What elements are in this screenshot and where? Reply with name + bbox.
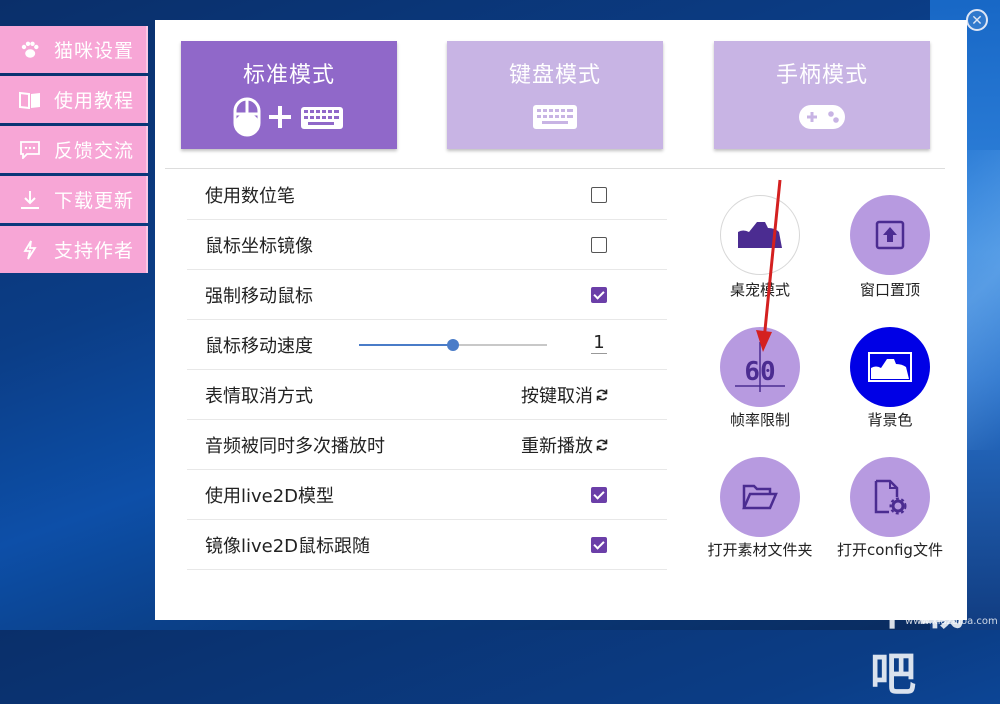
- side-item-support-author[interactable]: 支持作者: [0, 226, 148, 273]
- framerate-limit-label: 帧率限制: [729, 411, 790, 429]
- close-icon[interactable]: ✕: [966, 9, 988, 31]
- side-item-tutorial[interactable]: 使用教程: [0, 76, 148, 123]
- book-icon: [18, 89, 42, 111]
- side-item-cat-settings[interactable]: 猫咪设置: [0, 26, 148, 73]
- digital-pen-checkbox[interactable]: [591, 186, 607, 203]
- setting-row-mouse-mirror: 鼠标坐标镜像: [187, 220, 667, 270]
- audio-repeat-toggle[interactable]: 重新播放: [521, 432, 609, 458]
- chat-icon: [18, 139, 42, 161]
- slider-fill: [359, 344, 453, 346]
- setting-label: 表情取消方式: [205, 385, 313, 407]
- divider: [165, 168, 945, 169]
- main-panel: 标准模式 键盘模式 手柄模式 使用数位笔 鼠标坐标镜像 强制移动鼠标 鼠标移动速…: [155, 20, 967, 620]
- expression-cancel-toggle[interactable]: 按键取消: [521, 382, 609, 408]
- fps-value: 60: [744, 357, 775, 387]
- open-assets-folder-label: 打开素材文件夹: [707, 541, 813, 559]
- cat-silhouette-icon: [738, 222, 782, 248]
- lightning-icon: [18, 239, 42, 261]
- framerate-limit-button[interactable]: 60: [720, 327, 800, 407]
- settings-list: 使用数位笔 鼠标坐标镜像 强制移动鼠标 鼠标移动速度 1 表情取消方式 按键取消: [187, 170, 667, 570]
- cycle-icon: [596, 389, 608, 400]
- paw-icon: [18, 39, 42, 61]
- desktop-pet-mode-button[interactable]: [720, 195, 800, 275]
- side-item-feedback[interactable]: 反馈交流: [0, 126, 148, 173]
- cycle-icon: [596, 439, 608, 450]
- pin-top-icon: [875, 220, 905, 250]
- background-color-icon: [868, 352, 912, 382]
- setting-label: 使用数位笔: [205, 185, 295, 207]
- setting-label: 鼠标移动速度: [205, 335, 313, 357]
- watermark-logo: 下载吧: [870, 581, 966, 701]
- mirror-live2d-checkbox[interactable]: [591, 536, 607, 553]
- setting-label: 镜像live2D鼠标跟随: [205, 535, 371, 557]
- side-item-label: 反馈交流: [54, 140, 135, 162]
- desktop-pet-mode-label: 桌宠模式: [729, 281, 790, 299]
- side-menu: 猫咪设置 使用教程 反馈交流 下载更新 支持作者: [0, 26, 150, 276]
- fps-60-icon: 60: [735, 342, 785, 392]
- mode-standard-button[interactable]: 标准模式: [181, 41, 397, 149]
- mode-gamepad-button[interactable]: 手柄模式: [714, 41, 930, 149]
- mouse-plus-keyboard-icon: [181, 97, 397, 137]
- side-item-label: 支持作者: [54, 240, 135, 262]
- open-config-file-button[interactable]: [850, 457, 930, 537]
- force-move-mouse-checkbox[interactable]: [591, 286, 607, 303]
- window-top-label: 窗口置顶: [859, 281, 920, 299]
- audio-repeat-value: 重新播放: [521, 435, 593, 457]
- setting-row-use-live2d: 使用live2D模型: [187, 470, 667, 520]
- side-item-label: 使用教程: [54, 90, 135, 112]
- mode-label: 键盘模式: [508, 63, 601, 88]
- mouse-speed-slider[interactable]: [359, 339, 547, 351]
- setting-row-mouse-speed: 鼠标移动速度 1: [187, 320, 667, 370]
- setting-row-digital-pen: 使用数位笔: [187, 170, 667, 220]
- setting-row-force-move-mouse: 强制移动鼠标: [187, 270, 667, 320]
- mouse-speed-value[interactable]: 1: [591, 332, 607, 354]
- setting-label: 强制移动鼠标: [205, 285, 313, 307]
- slider-thumb[interactable]: [447, 339, 459, 351]
- config-file-icon: [874, 479, 907, 515]
- window-top-button[interactable]: [850, 195, 930, 275]
- watermark-url: www.xiazaiba.com: [905, 616, 998, 627]
- side-item-label: 下载更新: [54, 190, 135, 212]
- mouse-mirror-checkbox[interactable]: [591, 236, 607, 253]
- expression-cancel-value: 按键取消: [521, 385, 593, 407]
- setting-row-mirror-live2d: 镜像live2D鼠标跟随: [187, 520, 667, 570]
- open-config-file-label: 打开config文件: [837, 541, 943, 559]
- keyboard-icon: [447, 97, 663, 137]
- setting-row-expression-cancel: 表情取消方式 按键取消: [187, 370, 667, 420]
- setting-row-audio-repeat: 音频被同时多次播放时 重新播放: [187, 420, 667, 470]
- setting-label: 鼠标坐标镜像: [205, 235, 313, 257]
- gamepad-icon: [714, 97, 930, 137]
- download-icon: [18, 189, 42, 211]
- mode-label: 手柄模式: [775, 63, 868, 88]
- folder-open-icon: [742, 484, 778, 510]
- side-item-download-update[interactable]: 下载更新: [0, 176, 148, 223]
- mode-label: 标准模式: [242, 63, 335, 88]
- setting-label: 音频被同时多次播放时: [205, 435, 385, 457]
- open-assets-folder-button[interactable]: [720, 457, 800, 537]
- side-item-label: 猫咪设置: [54, 40, 135, 62]
- mode-keyboard-button[interactable]: 键盘模式: [447, 41, 663, 149]
- background-color-label: 背景色: [867, 411, 913, 429]
- setting-label: 使用live2D模型: [205, 485, 335, 507]
- background-color-button[interactable]: [850, 327, 930, 407]
- use-live2d-checkbox[interactable]: [591, 486, 607, 503]
